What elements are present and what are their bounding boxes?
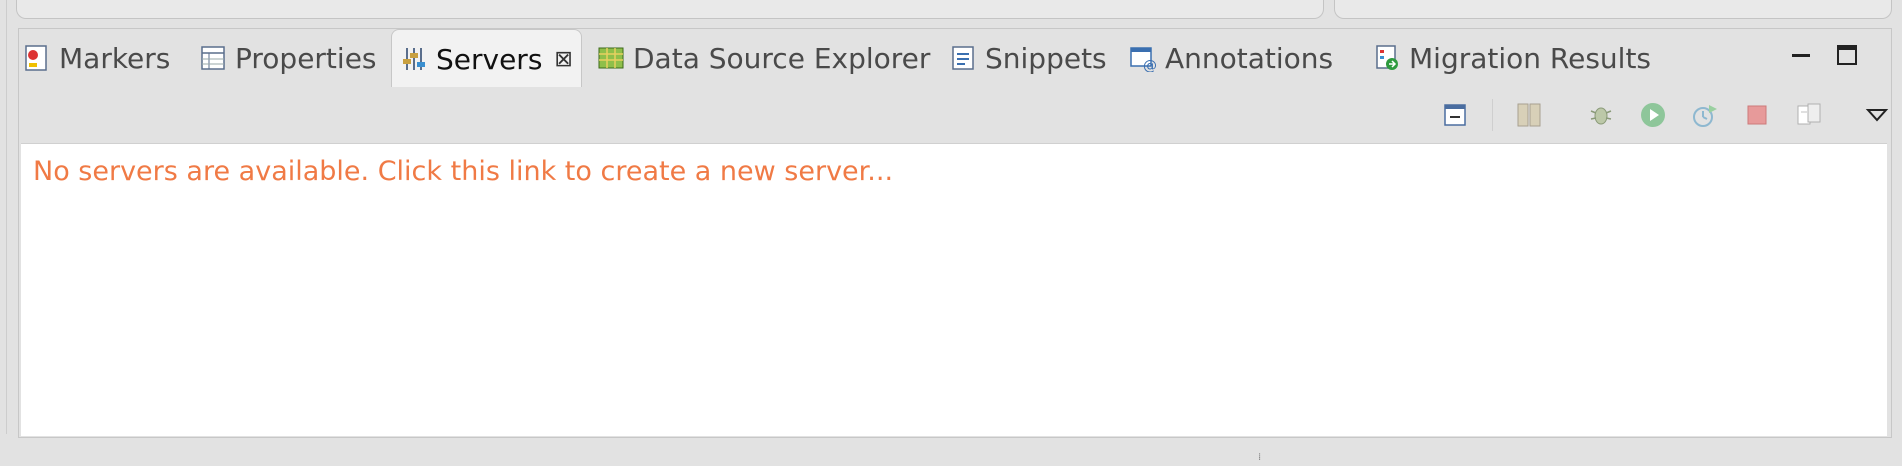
annotations-icon: @	[1129, 44, 1157, 74]
tab-servers[interactable]: Servers ⊠	[391, 29, 582, 88]
tab-label: Data Source Explorer	[633, 41, 931, 75]
snippets-icon	[949, 44, 977, 72]
tab-data-source-explorer[interactable]: Data Source Explorer	[597, 31, 930, 85]
servers-icon	[400, 45, 428, 73]
tab-label: Markers	[59, 41, 171, 75]
tab-label: Snippets	[985, 41, 1107, 75]
tab-label: Properties	[235, 41, 377, 75]
debug-server-icon[interactable]	[1587, 101, 1615, 129]
create-server-link[interactable]: No servers are available. Click this lin…	[33, 156, 893, 187]
migration-results-icon	[1373, 44, 1401, 72]
publish-server-icon[interactable]	[1795, 101, 1823, 129]
status-bar-handle: ⁞	[1258, 452, 1262, 463]
collapse-all-icon[interactable]	[1441, 101, 1469, 129]
properties-icon	[199, 44, 227, 72]
svg-text:@: @	[1143, 58, 1157, 72]
new-server-icon[interactable]	[1515, 101, 1543, 129]
servers-view-panel: Markers Properties Servers ⊠ Data Source…	[18, 28, 1892, 438]
view-toolbar	[19, 87, 1891, 143]
upper-panel-frame-left	[16, 0, 1324, 19]
tab-markers[interactable]: Markers	[23, 31, 170, 85]
tab-label: Servers	[436, 42, 543, 76]
stop-server-icon[interactable]	[1743, 101, 1771, 129]
view-tab-bar: Markers Properties Servers ⊠ Data Source…	[19, 29, 1891, 88]
tab-label: Annotations	[1165, 41, 1334, 75]
tab-annotations[interactable]: @ Annotations	[1129, 31, 1333, 85]
servers-content-area: No servers are available. Click this lin…	[21, 143, 1887, 436]
profile-server-icon[interactable]	[1691, 101, 1719, 129]
tab-label: Migration Results	[1409, 41, 1652, 75]
upper-panel-frame-right	[1334, 0, 1892, 19]
data-source-explorer-icon	[597, 44, 625, 72]
sash-line	[6, 0, 7, 434]
close-tab-icon[interactable]: ⊠	[554, 47, 572, 72]
toolbar-separator	[1492, 99, 1493, 131]
tab-properties[interactable]: Properties	[199, 31, 377, 85]
minimize-icon[interactable]	[1789, 43, 1815, 69]
tab-snippets[interactable]: Snippets	[949, 31, 1107, 85]
markers-icon	[23, 44, 51, 72]
tab-migration-results[interactable]: Migration Results	[1373, 31, 1651, 85]
start-server-icon[interactable]	[1639, 101, 1667, 129]
maximize-icon[interactable]	[1835, 43, 1861, 69]
view-menu-icon[interactable]	[1863, 101, 1891, 129]
